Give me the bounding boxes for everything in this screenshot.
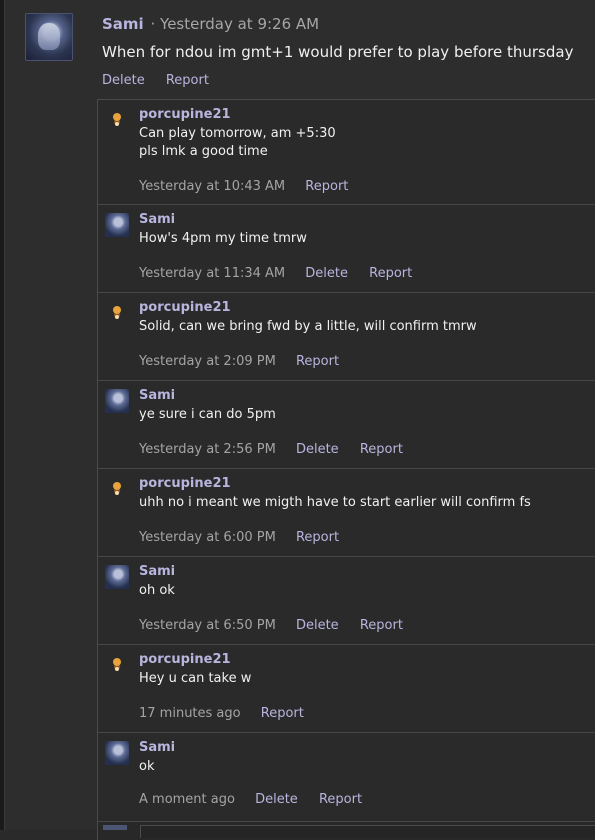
- reply-body: How's 4pm my time tmrw: [139, 231, 307, 246]
- report-button[interactable]: Report: [360, 442, 403, 457]
- sami-avatar: [105, 213, 129, 237]
- reply-time: Yesterday at 11:34 AM: [139, 266, 286, 281]
- reply-meta: 17 minutes ago Report: [139, 706, 321, 721]
- sami-avatar: [105, 389, 129, 413]
- report-button[interactable]: Report: [296, 354, 339, 369]
- reply-body: Solid, can we bring fwd by a little, wil…: [139, 319, 477, 334]
- reply-author[interactable]: Sami: [139, 564, 175, 579]
- reply-body: ok: [139, 759, 155, 774]
- reply-item: Sami oh ok Yesterday at 6:50 PM Delete R…: [98, 557, 595, 645]
- report-button[interactable]: Report: [360, 618, 403, 633]
- post-report-button[interactable]: Report: [166, 73, 209, 88]
- reply-thread: porcupine21 Can play tomorrow, am +5:30 …: [97, 99, 595, 840]
- reply-time: Yesterday at 6:00 PM: [139, 530, 276, 545]
- porcupine-avatar: [105, 108, 129, 132]
- reply-body: uhh no i meant we migth have to start ea…: [139, 495, 531, 510]
- reply-author[interactable]: Sami: [139, 388, 175, 403]
- reply-time: Yesterday at 10:43 AM: [139, 179, 286, 194]
- porcupine-avatar: [105, 653, 129, 677]
- post-delete-button[interactable]: Delete: [102, 73, 145, 88]
- reply-meta: Yesterday at 2:56 PM Delete Report: [139, 442, 420, 457]
- reply-author[interactable]: porcupine21: [139, 300, 231, 315]
- reply-input[interactable]: [140, 825, 595, 838]
- reply-time: 17 minutes ago: [139, 706, 241, 721]
- reply-meta: Yesterday at 11:34 AM Delete Report: [139, 266, 429, 281]
- porcupine-avatar: [105, 477, 129, 501]
- reply-meta: Yesterday at 10:43 AM Report: [139, 179, 365, 194]
- delete-button[interactable]: Delete: [296, 618, 339, 633]
- reply-meta: A moment ago Delete Report: [139, 792, 379, 807]
- reply-author[interactable]: Sami: [139, 740, 175, 755]
- reply-line: pls lmk a good time: [139, 144, 268, 159]
- report-button[interactable]: Report: [305, 179, 348, 194]
- report-button[interactable]: Report: [319, 792, 362, 807]
- reply-line: Can play tomorrow, am +5:30: [139, 126, 336, 141]
- reply-author[interactable]: porcupine21: [139, 652, 231, 667]
- reply-item: Sami ye sure i can do 5pm Yesterday at 2…: [98, 381, 595, 469]
- reply-meta: Yesterday at 2:09 PM Report: [139, 354, 356, 369]
- sami-avatar: [105, 565, 129, 589]
- porcupine-avatar: [105, 301, 129, 325]
- reply-author[interactable]: porcupine21: [139, 476, 231, 491]
- reply-meta: Yesterday at 6:00 PM Report: [139, 530, 356, 545]
- reply-body: oh ok: [139, 583, 175, 598]
- delete-button[interactable]: Delete: [296, 442, 339, 457]
- reply-time: Yesterday at 6:50 PM: [139, 618, 276, 633]
- reply-time: Yesterday at 2:09 PM: [139, 354, 276, 369]
- reply-meta: Yesterday at 6:50 PM Delete Report: [139, 618, 420, 633]
- post-author[interactable]: Sami: [102, 15, 144, 33]
- post-header: Sami · Yesterday at 9:26 AM: [102, 15, 319, 33]
- sami-avatar: [25, 13, 73, 61]
- post-timestamp: · Yesterday at 9:26 AM: [150, 15, 320, 33]
- reply-item: porcupine21 Solid, can we bring fwd by a…: [98, 293, 595, 381]
- post-actions: Delete Report: [102, 73, 226, 88]
- report-button[interactable]: Report: [261, 706, 304, 721]
- reply-body: Can play tomorrow, am +5:30 pls lmk a go…: [139, 125, 579, 161]
- reply-item: porcupine21 Can play tomorrow, am +5:30 …: [98, 100, 595, 205]
- reply-body: ye sure i can do 5pm: [139, 407, 276, 422]
- report-button[interactable]: Report: [296, 530, 339, 545]
- reply-item: Sami How's 4pm my time tmrw Yesterday at…: [98, 205, 595, 293]
- reply-author[interactable]: Sami: [139, 212, 175, 227]
- report-button[interactable]: Report: [369, 266, 412, 281]
- post-body: When for ndou im gmt+1 would prefer to p…: [102, 43, 574, 61]
- sami-avatar: [105, 741, 129, 765]
- delete-button[interactable]: Delete: [305, 266, 348, 281]
- composer-avatar: [103, 825, 127, 830]
- reply-item: porcupine21 Hey u can take w 17 minutes …: [98, 645, 595, 733]
- reply-author[interactable]: porcupine21: [139, 107, 231, 122]
- delete-button[interactable]: Delete: [255, 792, 298, 807]
- reply-time: A moment ago: [139, 792, 235, 807]
- reply-time: Yesterday at 2:56 PM: [139, 442, 276, 457]
- reply-item: Sami ok A moment ago Delete Report: [98, 733, 595, 822]
- reply-item: porcupine21 uhh no i meant we migth have…: [98, 469, 595, 557]
- reply-body: Hey u can take w: [139, 671, 252, 686]
